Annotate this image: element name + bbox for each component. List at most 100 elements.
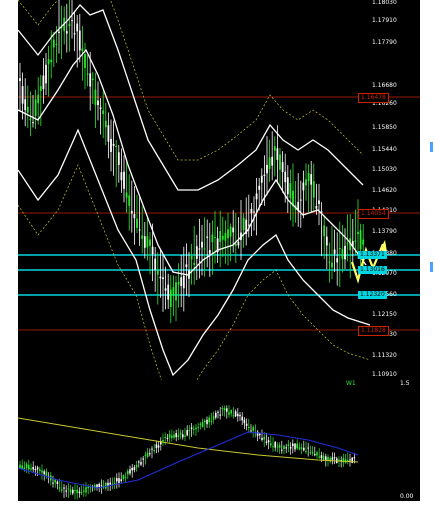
candle-body [193, 263, 196, 265]
candle-body [323, 225, 326, 237]
candle-body [195, 246, 198, 259]
indicator-candle-body [76, 489, 78, 494]
indicator-candle-body [283, 445, 285, 449]
indicator-candle-body [248, 427, 250, 429]
candle-body [177, 282, 180, 285]
indicator-pane[interactable]: 1.5 0.00 W1 [18, 380, 420, 501]
indicator-candle-body [272, 446, 274, 448]
candle-body [86, 73, 89, 75]
candle-body [333, 249, 336, 254]
indicator-candle-body [118, 478, 120, 483]
candle-body [281, 162, 284, 173]
indicator-candle-body [124, 477, 127, 479]
candle-body [172, 287, 175, 296]
candle-body [214, 237, 216, 239]
chart-window: 1.18030 1.17910 1.17790 1.16680 1.16260 1.158… [0, 0, 435, 507]
indicator-candle-body [25, 463, 28, 468]
indicator-candle-body [175, 433, 177, 438]
indicator-candle-body [325, 456, 327, 461]
indicator-candle-body [67, 488, 70, 490]
indicator-candle-body [261, 437, 263, 440]
indicator-candle-body [230, 410, 232, 414]
candle-body [34, 99, 37, 117]
indicator-candle-body [252, 427, 254, 431]
candle-body [221, 235, 224, 240]
candle-body [146, 236, 149, 248]
candle-body [234, 243, 237, 246]
indicator-candle-body [105, 482, 107, 489]
candle-body [263, 174, 266, 176]
indicator-candle-body [217, 411, 219, 413]
indicator-candle-body [245, 423, 248, 426]
candle-body [84, 54, 86, 68]
candle-body [149, 239, 151, 246]
candle-body [318, 200, 320, 205]
candle-body [198, 248, 201, 250]
candle-body [156, 270, 159, 275]
candle-body [120, 172, 123, 181]
candle-body [159, 276, 162, 279]
candle-body [136, 218, 138, 228]
price-axis-tick: 1.15030 [372, 166, 397, 173]
price-axis-tick: 1.15850 [372, 124, 397, 131]
indicator-candle-body [142, 458, 144, 460]
candle-body [190, 255, 193, 260]
candle-body [151, 246, 154, 255]
candle-body [273, 146, 276, 151]
candle-body [232, 227, 235, 233]
indicator-candle-body [241, 416, 243, 421]
price-chart-pane[interactable]: 1.18030 1.17910 1.17790 1.16680 1.16260 1.158… [18, 0, 420, 380]
candle-body [102, 110, 105, 115]
indicator-candle-body [226, 408, 228, 412]
candle-body [362, 239, 365, 245]
candle-body [201, 241, 203, 248]
timeframe-tag: W1 [346, 380, 356, 387]
candle-body [73, 33, 76, 35]
candle-body [50, 59, 53, 63]
indicator-candle-body [296, 443, 298, 449]
indicator-candle-body [34, 469, 37, 471]
candle-body [89, 73, 92, 87]
indicator-candle-body [135, 464, 138, 468]
indicator-candle-body [223, 408, 226, 411]
indicator-candle-body [322, 455, 325, 460]
indicator-candle-body [138, 461, 140, 463]
indicator-candle-body [234, 411, 237, 417]
indicator-candle-body [146, 452, 149, 457]
indicator-candle-body [320, 455, 323, 459]
candle-body [76, 23, 79, 32]
indicator-candle-body [173, 434, 175, 438]
indicator-candle-body [210, 420, 213, 422]
bollinger-middle [18, 48, 367, 276]
indicator-candle-body [305, 450, 307, 452]
candle-body [110, 138, 112, 152]
candle-body [32, 122, 34, 124]
indicator-candle-body [151, 448, 153, 450]
candle-body [307, 172, 310, 182]
indicator-candle-body [327, 457, 329, 461]
indicator-candle-body [184, 435, 186, 437]
indicator-candle-body [333, 457, 336, 459]
indicator-candle-body [162, 439, 164, 442]
candle-body [78, 30, 81, 51]
candle-body [315, 206, 318, 209]
indicator-candle-body [166, 437, 169, 439]
right-edge-marker-mid[interactable] [430, 262, 433, 272]
candle-body [208, 249, 211, 254]
indicator-candle-body [85, 487, 87, 493]
indicator-candle-body [309, 451, 312, 453]
indicator-candle-body [267, 440, 270, 443]
indicator-candle-body [243, 419, 246, 424]
price-chart-canvas [18, 0, 420, 380]
indicator-candle-body [153, 450, 155, 452]
price-axis-tick: 1.11320 [372, 352, 397, 359]
candle-body [211, 234, 214, 243]
indicator-candle-body [129, 469, 131, 474]
indicator-candle-body [116, 478, 118, 482]
indicator-candle-body [204, 420, 206, 423]
right-edge-marker-top[interactable] [430, 142, 433, 152]
indicator-candle-body [201, 422, 204, 427]
indicator-candle-body [155, 444, 158, 449]
level-tag: 1.14054 [358, 209, 389, 219]
candle-body [276, 148, 279, 160]
